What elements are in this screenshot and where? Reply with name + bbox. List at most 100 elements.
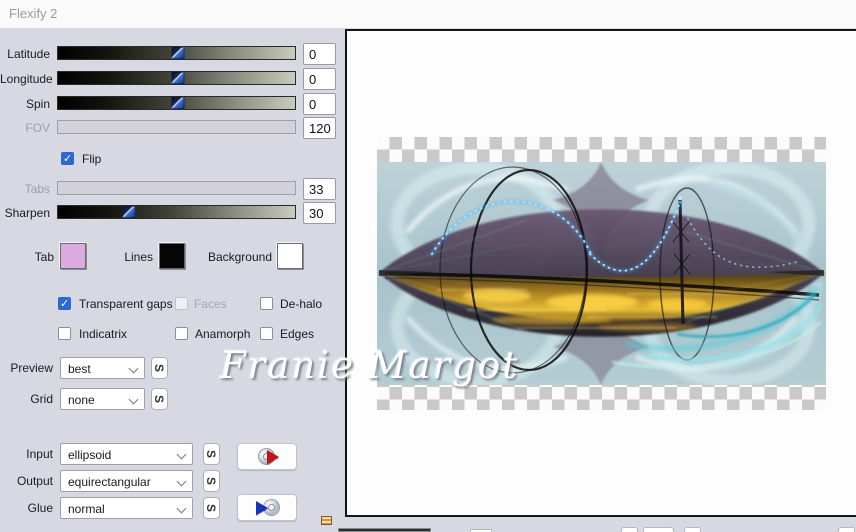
watermark-text: Franie Margot <box>220 344 520 387</box>
glue-dropdown-value: normal <box>68 502 105 516</box>
fov-row: FOV <box>0 117 345 141</box>
grid-reset-button[interactable]: S <box>151 388 168 410</box>
edges-checkbox[interactable] <box>260 327 273 340</box>
longitude-slider-thumb[interactable] <box>171 72 184 84</box>
chevron-down-icon <box>129 395 139 405</box>
blue-play-icon <box>256 501 268 515</box>
spin-row: Spin <box>0 93 345 117</box>
lines-color-label: Lines <box>100 250 153 264</box>
input-label: Input <box>0 447 53 461</box>
glue-label: Glue <box>0 501 53 515</box>
grid-dropdown-value: none <box>68 393 95 407</box>
preview-dropdown[interactable]: best <box>60 357 145 379</box>
zoom-in-button[interactable] <box>684 527 701 532</box>
background-color-label: Background <box>180 250 272 264</box>
preview-label: Preview <box>0 361 53 375</box>
output-reset-button[interactable]: S <box>203 470 220 492</box>
tab-color-label: Tab <box>0 250 54 264</box>
zoom-out-button[interactable] <box>621 527 638 532</box>
flip-checkbox[interactable]: ✓ <box>61 152 74 165</box>
cd-blue-button[interactable] <box>237 494 297 521</box>
faces-label: Faces <box>194 297 227 311</box>
corner-button[interactable] <box>838 527 855 532</box>
grid-label: Grid <box>0 392 53 406</box>
transparent-gaps-label: Transparent gaps <box>79 297 173 311</box>
longitude-slider[interactable] <box>57 71 296 85</box>
sharpen-row: Sharpen <box>0 202 345 226</box>
cycle-icon: S <box>204 504 218 512</box>
latitude-value-input[interactable] <box>303 43 336 65</box>
grid-dropdown[interactable]: none <box>60 388 145 410</box>
latitude-label: Latitude <box>0 47 50 61</box>
controls-panel: Latitude Longitude Spin FOV ✓ Flip Tabs <box>0 28 345 532</box>
cycle-icon: S <box>204 477 218 485</box>
red-play-icon <box>267 450 279 464</box>
input-dropdown[interactable]: ellipsoid <box>60 443 193 465</box>
sharpen-slider[interactable] <box>57 205 296 219</box>
chevron-down-icon <box>177 477 187 487</box>
fov-slider <box>57 120 296 134</box>
flip-row: ✓ Flip <box>0 149 345 173</box>
latitude-row: Latitude <box>0 43 345 67</box>
spin-label: Spin <box>0 97 50 111</box>
window-title: Flexify 2 <box>9 6 57 21</box>
spin-value-input[interactable] <box>303 93 336 115</box>
tabs-value-input[interactable] <box>303 178 336 200</box>
indicatrix-label: Indicatrix <box>79 327 127 341</box>
preview-dropdown-value: best <box>68 362 91 376</box>
dehalo-label: De-halo <box>280 297 322 311</box>
longitude-label: Longitude <box>0 72 50 86</box>
faces-checkbox <box>175 297 188 310</box>
window-titlebar: Flexify 2 <box>0 0 856 28</box>
flip-label: Flip <box>82 152 101 166</box>
tabs-slider <box>57 181 296 195</box>
output-dropdown-value: equirectangular <box>68 475 151 489</box>
glue-reset-button[interactable]: S <box>203 497 220 519</box>
input-row: Input ellipsoid S <box>0 443 345 467</box>
thumbnail-strip[interactable] <box>338 528 431 532</box>
dehalo-checkbox[interactable] <box>260 297 273 310</box>
fov-label: FOV <box>0 121 50 135</box>
sharpen-label: Sharpen <box>0 206 50 220</box>
spin-slider[interactable] <box>57 96 296 110</box>
output-dropdown[interactable]: equirectangular <box>60 470 193 492</box>
input-dropdown-value: ellipsoid <box>68 448 111 462</box>
latitude-slider-thumb[interactable] <box>171 47 184 59</box>
memory-dot-icon[interactable] <box>321 516 332 525</box>
color-swatch-row: Tab Lines Background <box>0 243 345 271</box>
check-icon: ✓ <box>63 153 73 165</box>
chevron-down-icon <box>177 504 187 514</box>
indicatrix-checkbox[interactable] <box>58 327 71 340</box>
tab-color-swatch[interactable] <box>60 243 86 269</box>
input-reset-button[interactable]: S <box>203 443 220 465</box>
longitude-value-input[interactable] <box>303 68 336 90</box>
background-color-swatch[interactable] <box>277 243 303 269</box>
preview-panel <box>345 29 856 517</box>
latitude-slider[interactable] <box>57 46 296 60</box>
chevron-down-icon <box>129 364 139 374</box>
cycle-icon: S <box>152 395 166 403</box>
anamorph-label: Anamorph <box>195 327 250 341</box>
output-row: Output equirectangular S <box>0 470 345 494</box>
fov-value-input[interactable] <box>303 117 336 139</box>
tabs-label: Tabs <box>0 182 50 196</box>
options-row-1: ✓ Transparent gaps Faces De-halo <box>0 294 345 318</box>
sharpen-slider-thumb[interactable] <box>123 206 136 218</box>
cycle-icon: S <box>152 364 166 372</box>
anamorph-checkbox[interactable] <box>175 327 188 340</box>
cycle-icon: S <box>204 450 218 458</box>
glue-dropdown[interactable]: normal <box>60 497 193 519</box>
edges-label: Edges <box>280 327 314 341</box>
chevron-down-icon <box>177 450 187 460</box>
check-icon: ✓ <box>60 298 70 310</box>
spin-slider-thumb[interactable] <box>171 97 184 109</box>
zoom-level-button[interactable] <box>643 527 674 532</box>
preview-reset-button[interactable]: S <box>151 357 168 379</box>
sharpen-value-input[interactable] <box>303 202 336 224</box>
output-label: Output <box>0 474 53 488</box>
glue-row: Glue normal S <box>0 497 345 521</box>
grid-row: Grid none S <box>0 388 345 412</box>
cd-red-button[interactable] <box>237 443 297 470</box>
transparent-gaps-checkbox[interactable]: ✓ <box>58 297 71 310</box>
tabs-row: Tabs <box>0 178 345 202</box>
